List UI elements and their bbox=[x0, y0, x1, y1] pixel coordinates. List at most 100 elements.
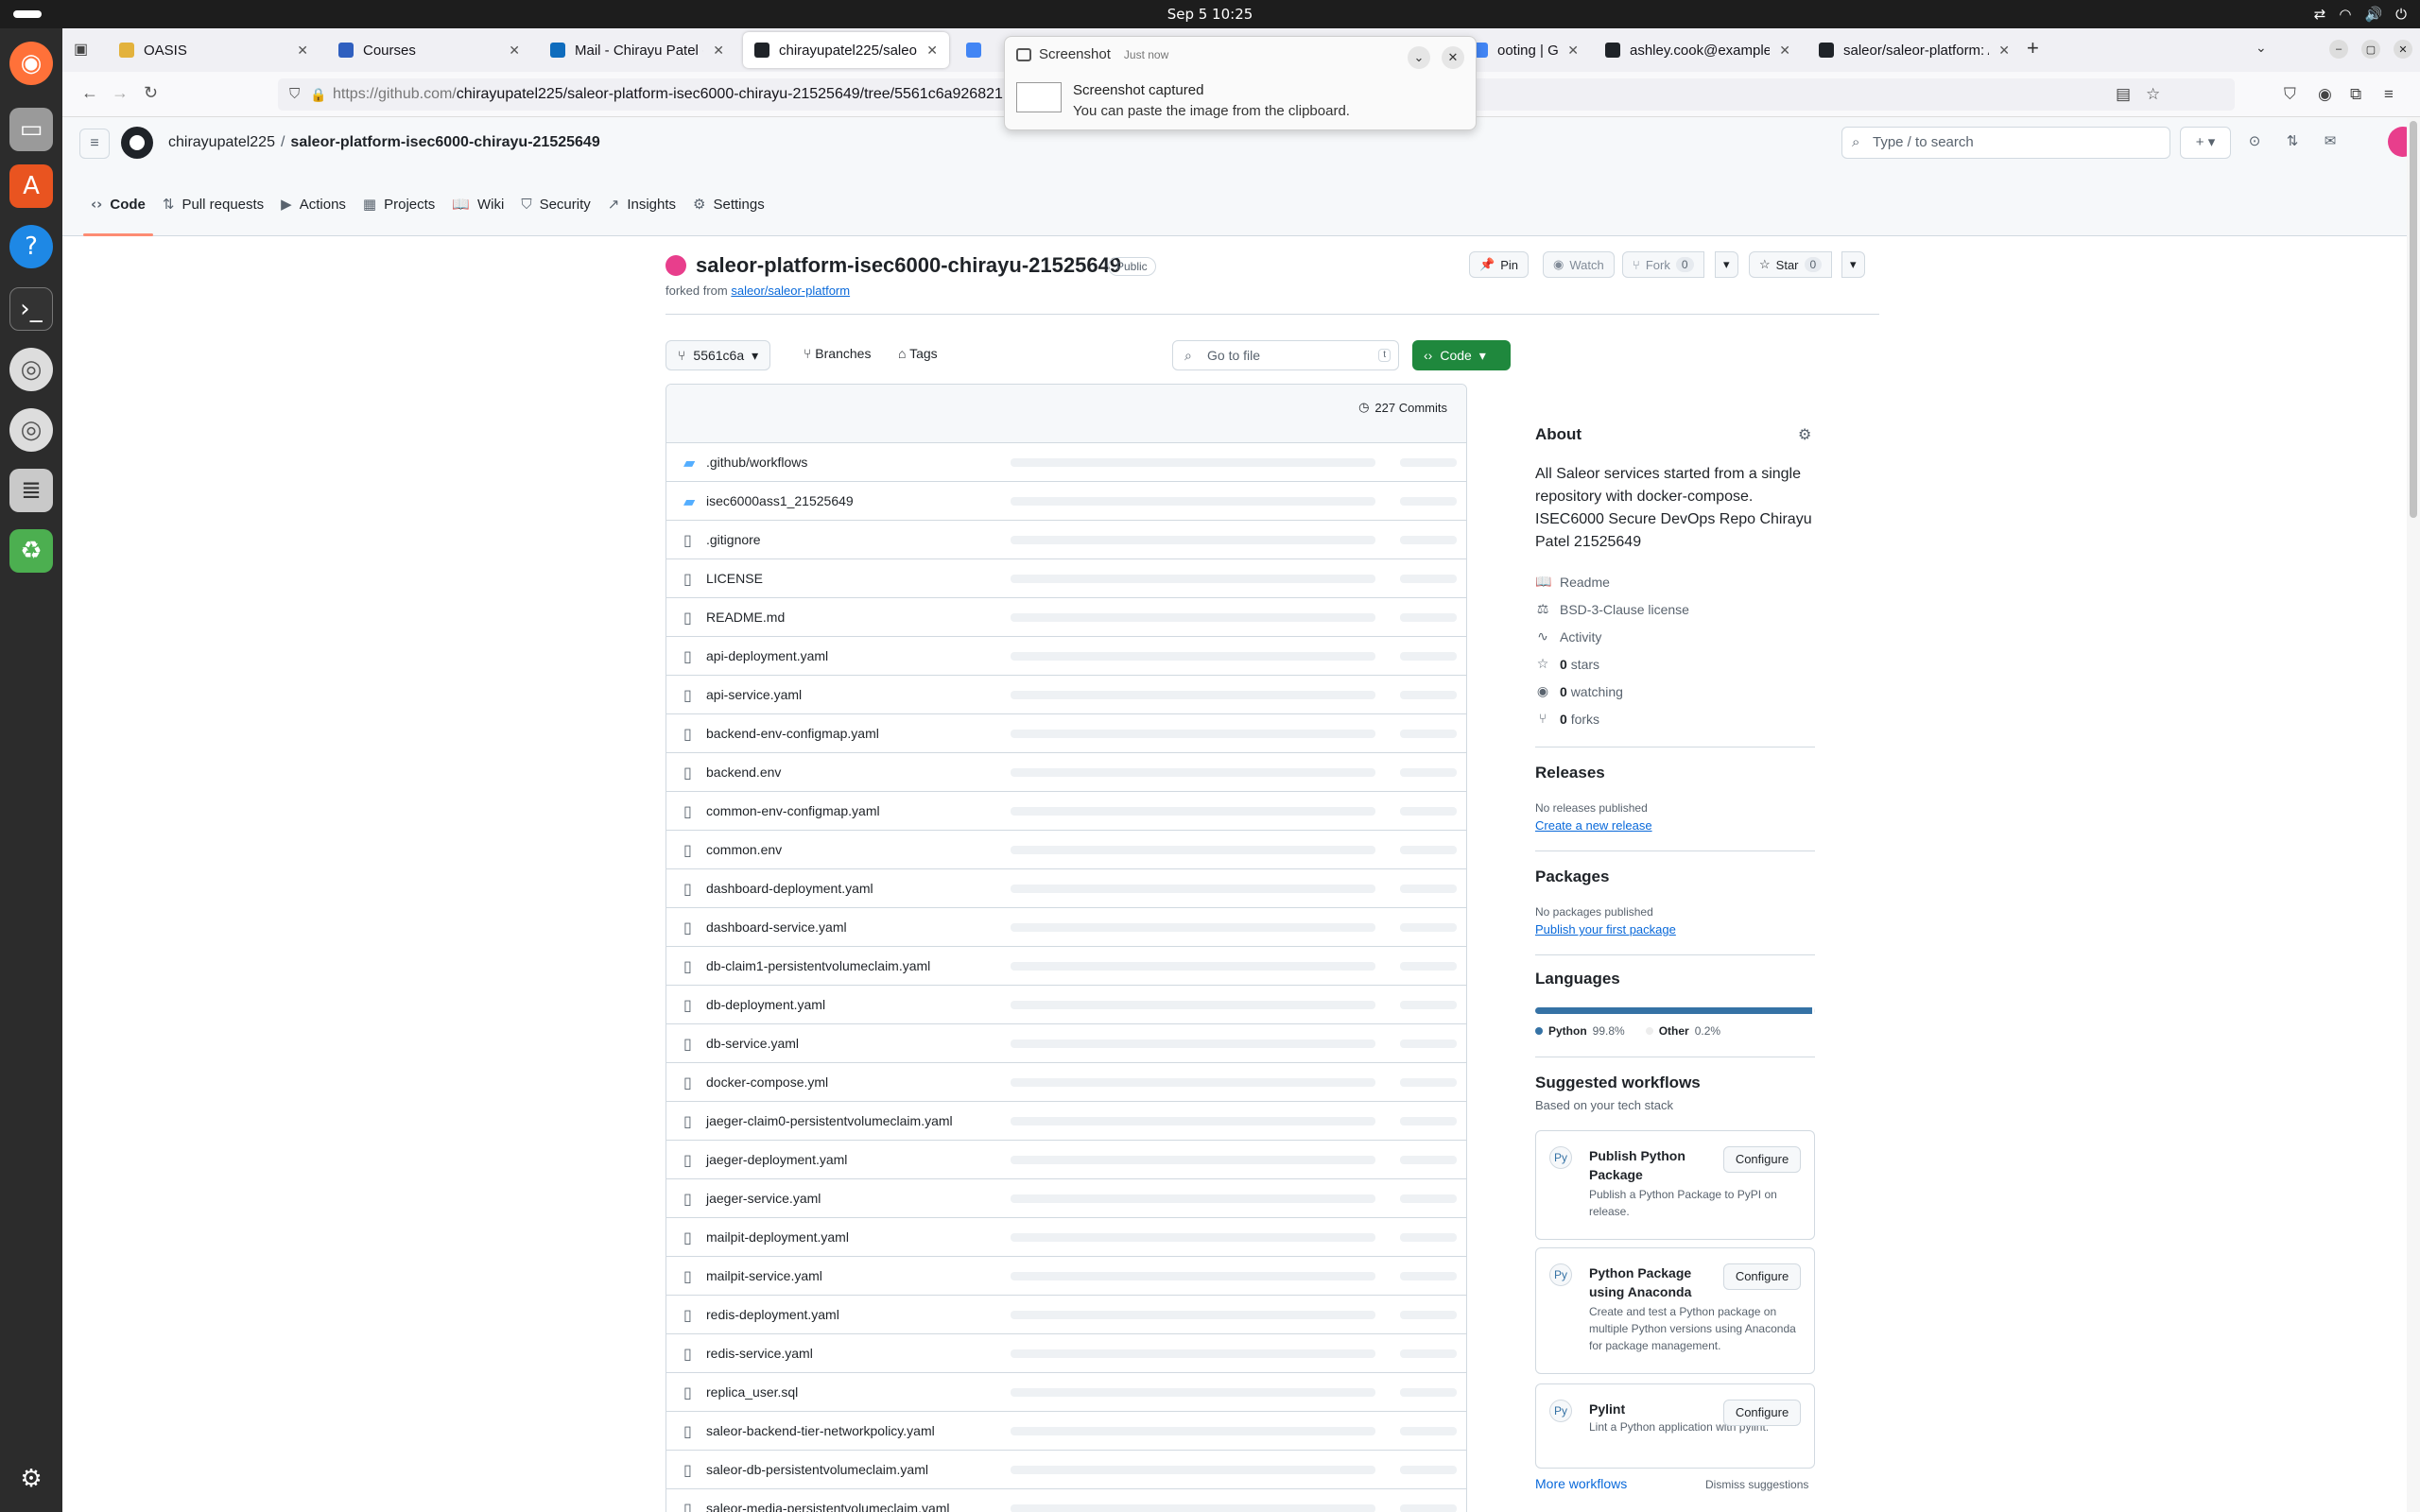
issues-icon[interactable]: ⊙ bbox=[2238, 127, 2271, 159]
file-name-link[interactable]: dashboard-deployment.yaml bbox=[706, 881, 873, 896]
scrollbar-thumb[interactable] bbox=[2410, 121, 2417, 518]
table-row[interactable]: ▯ backend.env bbox=[666, 753, 1466, 792]
close-tab-icon[interactable]: ✕ bbox=[1998, 43, 2010, 59]
table-row[interactable]: ▯ mailpit-service.yaml bbox=[666, 1257, 1466, 1296]
tab-code[interactable]: ‹› Code bbox=[83, 172, 153, 236]
tab-wiki[interactable]: 📖 Wiki bbox=[444, 172, 511, 236]
file-name-link[interactable]: api-service.yaml bbox=[706, 687, 802, 702]
bookmark-star-icon[interactable]: ☆ bbox=[2146, 85, 2160, 104]
file-name-link[interactable]: common-env-configmap.yaml bbox=[706, 803, 880, 818]
close-tab-icon[interactable]: ✕ bbox=[297, 43, 308, 59]
extensions-icon[interactable]: ⧉ bbox=[2350, 85, 2361, 104]
file-name-link[interactable]: README.md bbox=[706, 610, 785, 625]
pin-button[interactable]: 📌 Pin bbox=[1469, 251, 1529, 278]
fork-dropdown-button[interactable]: ▾ bbox=[1715, 251, 1738, 278]
tab-settings[interactable]: ⚙ Settings bbox=[685, 172, 772, 236]
table-row[interactable]: ▯ jaeger-deployment.yaml bbox=[666, 1141, 1466, 1179]
file-name-link[interactable]: mailpit-deployment.yaml bbox=[706, 1229, 849, 1245]
browser-tab[interactable]: saleor/saleor-platform: A ✕ bbox=[1807, 32, 2021, 68]
file-name-link[interactable]: jaeger-claim0-persistentvolumeclaim.yaml bbox=[706, 1113, 953, 1128]
fork-button[interactable]: ⑂ Fork 0 bbox=[1622, 251, 1704, 278]
license-link[interactable]: ⚖ BSD-3-Clause license bbox=[1535, 602, 1689, 617]
forks-link[interactable]: ⑂ 0 forks bbox=[1535, 712, 1599, 727]
branches-link[interactable]: ⑂ Branches bbox=[804, 346, 871, 361]
browser-tab[interactable]: OASIS ✕ bbox=[108, 32, 320, 68]
list-all-tabs-icon[interactable]: ⌄ bbox=[2256, 40, 2267, 56]
system-tray[interactable]: ⇄ ◠ 🔊 ⏻ bbox=[2314, 6, 2407, 23]
readme-link[interactable]: 📖 Readme bbox=[1535, 575, 1610, 590]
reader-view-icon[interactable]: ▤ bbox=[2116, 85, 2131, 104]
close-icon[interactable]: ✕ bbox=[1442, 46, 1464, 69]
tab-pull-requests[interactable]: ⇅ Pull requests bbox=[155, 172, 271, 236]
pull-requests-icon[interactable]: ⇅ bbox=[2276, 127, 2308, 159]
menu-icon[interactable]: ≡ bbox=[2384, 85, 2394, 104]
table-row[interactable]: ▯ jaeger-claim0-persistentvolumeclaim.yam… bbox=[666, 1102, 1466, 1141]
file-name-link[interactable]: common.env bbox=[706, 842, 782, 857]
system-clock[interactable]: Sep 5 10:25 bbox=[0, 6, 2420, 23]
table-row[interactable]: ▯ mailpit-deployment.yaml bbox=[666, 1218, 1466, 1257]
file-name-link[interactable]: .github/workflows bbox=[706, 455, 807, 470]
page-scrollbar[interactable] bbox=[2407, 117, 2420, 1512]
github-logo-icon[interactable] bbox=[121, 127, 153, 159]
close-window-icon[interactable]: ✕ bbox=[2394, 40, 2412, 59]
configure-button[interactable]: Configure bbox=[1723, 1263, 1801, 1290]
configure-button[interactable]: Configure bbox=[1723, 1400, 1801, 1426]
inbox-icon[interactable]: ✉ bbox=[2314, 127, 2346, 159]
disc-icon[interactable]: ◎ bbox=[9, 408, 53, 452]
new-tab-icon[interactable]: + bbox=[2027, 36, 2039, 60]
table-row[interactable]: ▯ dashboard-deployment.yaml bbox=[666, 869, 1466, 908]
breadcrumb-repo[interactable]: saleor-platform-isec6000-chirayu-2152564… bbox=[290, 134, 599, 150]
close-tab-icon[interactable]: ✕ bbox=[509, 43, 520, 59]
file-name-link[interactable]: db-claim1-persistentvolumeclaim.yaml bbox=[706, 958, 930, 973]
lock-icon[interactable]: 🔒 bbox=[310, 78, 326, 111]
file-name-link[interactable]: .gitignore bbox=[706, 532, 761, 547]
tab-insights[interactable]: ↗ Insights bbox=[600, 172, 683, 236]
forward-icon[interactable]: → bbox=[112, 83, 129, 103]
close-tab-icon[interactable]: ✕ bbox=[1779, 43, 1790, 59]
breadcrumb-owner[interactable]: chirayupatel225 bbox=[168, 134, 275, 150]
tab-overview-icon[interactable]: ▣ bbox=[74, 40, 88, 59]
table-row[interactable]: ▯ backend-env-configmap.yaml bbox=[666, 714, 1466, 753]
file-name-link[interactable]: docker-compose.yml bbox=[706, 1074, 828, 1090]
file-name-link[interactable]: dashboard-service.yaml bbox=[706, 919, 847, 935]
watch-button[interactable]: ◉ Watch bbox=[1543, 251, 1615, 278]
file-name-link[interactable]: redis-deployment.yaml bbox=[706, 1307, 839, 1322]
table-row[interactable]: ▯ db-deployment.yaml bbox=[666, 986, 1466, 1024]
watching-link[interactable]: ◉ 0 watching bbox=[1535, 684, 1623, 699]
table-row[interactable]: ▯ api-deployment.yaml bbox=[666, 637, 1466, 676]
browser-tab[interactable]: chirayupatel225/saleor-pl ✕ bbox=[743, 32, 949, 68]
file-name-link[interactable]: jaeger-service.yaml bbox=[706, 1191, 821, 1206]
text-editor-icon[interactable]: ≣ bbox=[9, 469, 53, 512]
table-row[interactable]: ▯ LICENSE bbox=[666, 559, 1466, 598]
table-row[interactable]: ▯ api-service.yaml bbox=[666, 676, 1466, 714]
tags-link[interactable]: ⌂ Tags bbox=[898, 346, 938, 361]
reload-icon[interactable]: ↻ bbox=[144, 83, 158, 103]
table-row[interactable]: ▯ jaeger-service.yaml bbox=[666, 1179, 1466, 1218]
configure-button[interactable]: Configure bbox=[1723, 1146, 1801, 1173]
file-name-link[interactable]: redis-service.yaml bbox=[706, 1346, 813, 1361]
file-name-link[interactable]: LICENSE bbox=[706, 571, 763, 586]
search-input[interactable]: ⌕ Type / to search bbox=[1841, 127, 2170, 159]
table-row[interactable]: ▯ replica_user.sql bbox=[666, 1373, 1466, 1412]
expand-icon[interactable]: ⌄ bbox=[1408, 46, 1430, 69]
repo-title[interactable]: saleor-platform-isec6000-chirayu-2152564… bbox=[696, 253, 1121, 278]
close-tab-icon[interactable]: ✕ bbox=[926, 43, 938, 59]
tab-actions[interactable]: ▶ Actions bbox=[273, 172, 354, 236]
table-row[interactable]: ▯ db-claim1-persistentvolumeclaim.yaml bbox=[666, 947, 1466, 986]
stars-link[interactable]: ☆ 0 stars bbox=[1535, 657, 1599, 672]
code-button[interactable]: ‹› Code ▾ bbox=[1412, 340, 1511, 370]
browser-tab[interactable]: Courses ✕ bbox=[327, 32, 531, 68]
table-row[interactable]: ▯ .gitignore bbox=[666, 521, 1466, 559]
file-name-link[interactable]: backend.env bbox=[706, 765, 781, 780]
activity-link[interactable]: ∿ Activity bbox=[1535, 629, 1601, 644]
table-row[interactable]: ▰ .github/workflows bbox=[666, 443, 1466, 482]
restore-icon[interactable]: ▢ bbox=[2361, 40, 2380, 59]
close-tab-icon[interactable]: ✕ bbox=[713, 43, 724, 59]
file-name-link[interactable]: db-service.yaml bbox=[706, 1036, 799, 1051]
file-name-link[interactable]: db-deployment.yaml bbox=[706, 997, 825, 1012]
disc-icon[interactable]: ◎ bbox=[9, 348, 53, 391]
screenshot-notification[interactable]: Screenshot Just now ⌄ ✕ Screenshot captur… bbox=[1004, 36, 1477, 130]
file-name-link[interactable]: jaeger-deployment.yaml bbox=[706, 1152, 847, 1167]
table-row[interactable]: ▯ redis-deployment.yaml bbox=[666, 1296, 1466, 1334]
minimize-icon[interactable]: – bbox=[2329, 40, 2348, 59]
